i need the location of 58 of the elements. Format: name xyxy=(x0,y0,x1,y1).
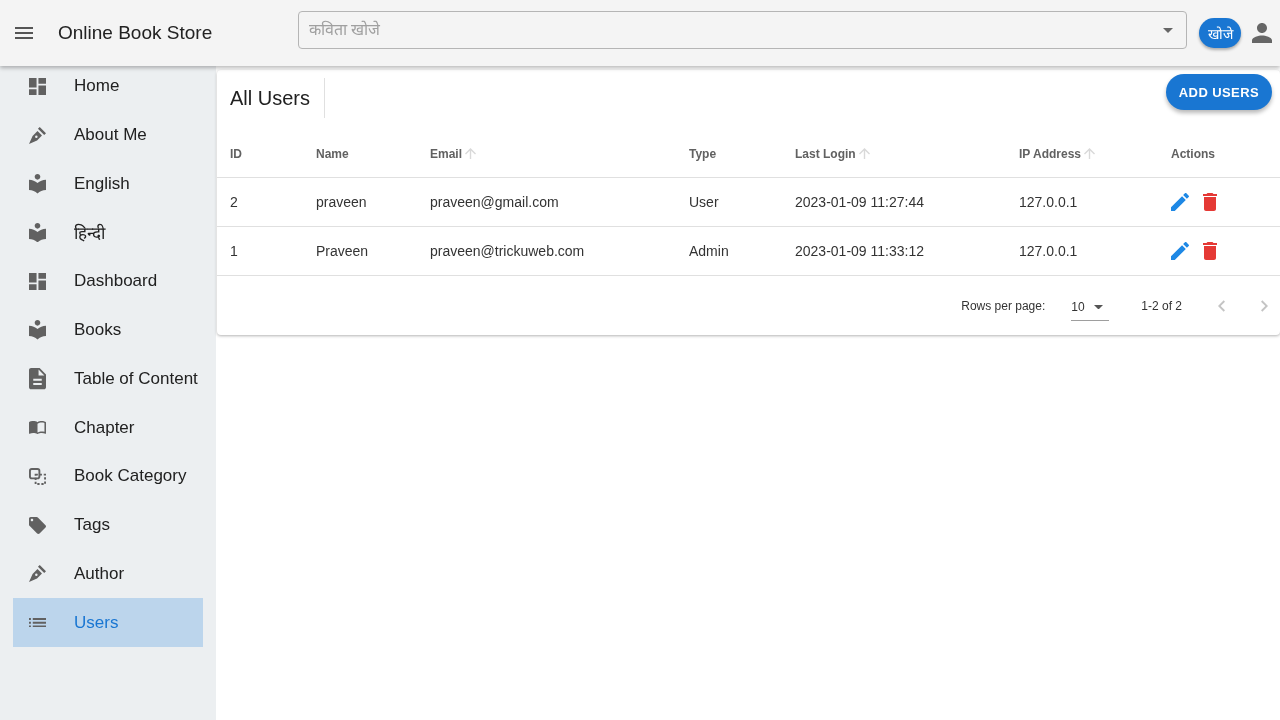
table-cell: 2023-01-09 11:33:12 xyxy=(795,243,924,259)
caret-icon[interactable] xyxy=(1163,27,1173,33)
sidebar-item[interactable]: Books xyxy=(13,305,203,355)
page-range-label: 1-2 of 2 xyxy=(1141,298,1182,313)
table-cell: 2023-01-09 11:27:44 xyxy=(795,194,924,210)
open-book-icon xyxy=(28,421,46,435)
sidebar-item[interactable]: Home xyxy=(13,62,203,111)
dashboard-icon xyxy=(28,77,46,95)
table-cell: 2 xyxy=(230,194,238,210)
trash-icon[interactable] xyxy=(1203,193,1217,211)
sidebar-item[interactable]: Dashboard xyxy=(13,257,203,306)
trash-icon[interactable] xyxy=(1203,242,1217,260)
rows-per-page-select[interactable]: 10 xyxy=(1071,294,1110,321)
list-icon xyxy=(28,617,46,628)
pencil-icon[interactable] xyxy=(1171,242,1189,260)
table-cell: praveen@trickuweb.com xyxy=(430,243,585,259)
menu-icon[interactable] xyxy=(15,27,33,39)
sidebar-item[interactable]: Table of Content xyxy=(13,354,203,404)
pencil-icon[interactable] xyxy=(1171,193,1189,211)
tag-icon xyxy=(28,516,46,534)
column-header: ID xyxy=(230,146,242,161)
sidebar-item[interactable]: Chapter xyxy=(13,403,203,452)
table-cell: Admin xyxy=(689,243,729,259)
table-cell: 127.0.0.1 xyxy=(1019,243,1078,259)
document-icon xyxy=(28,368,46,390)
table-cell: User xyxy=(689,194,719,210)
column-header[interactable]: IP Address xyxy=(1019,146,1096,161)
sidebar-item[interactable]: हिन्दी xyxy=(13,208,203,257)
sidebar-item[interactable]: Book Category xyxy=(13,452,203,501)
pen-nib-icon xyxy=(28,565,46,583)
table-cell: 127.0.0.1 xyxy=(1019,194,1078,210)
reader-icon xyxy=(28,222,46,243)
column-header[interactable]: Email xyxy=(430,146,476,161)
add-users-button[interactable]: ADD USERS xyxy=(1165,74,1272,110)
reader-icon xyxy=(28,174,46,194)
column-header: Type xyxy=(689,146,717,161)
table-cell: Praveen xyxy=(316,243,369,259)
search-field[interactable]: कविता खोजे xyxy=(298,10,1187,49)
page-title: All Users xyxy=(230,86,310,111)
overlapping-squares-icon xyxy=(28,467,46,485)
column-header: Actions xyxy=(1171,146,1215,161)
app-title: Online Book Store xyxy=(58,22,213,44)
sidebar-item[interactable]: English xyxy=(13,159,203,209)
table-cell: 1 xyxy=(230,243,238,259)
sidebar-item[interactable]: About Me xyxy=(13,110,203,160)
column-header[interactable]: Last Login xyxy=(795,146,870,161)
table-cell: praveen xyxy=(316,194,367,210)
reader-icon xyxy=(28,320,46,340)
sidebar-item[interactable]: Tags xyxy=(13,500,203,550)
pen-nib-icon xyxy=(28,126,46,144)
rows-per-page-label: Rows per page: xyxy=(961,298,1046,313)
table-cell: praveen@gmail.com xyxy=(430,194,559,210)
dashboard-icon xyxy=(28,272,46,290)
account-icon[interactable] xyxy=(1252,23,1272,43)
sidebar-item[interactable]: Author xyxy=(13,549,203,599)
search-button[interactable]: खोजे xyxy=(1199,18,1241,48)
column-header: Name xyxy=(316,146,349,161)
caret-icon[interactable] xyxy=(1094,304,1104,310)
